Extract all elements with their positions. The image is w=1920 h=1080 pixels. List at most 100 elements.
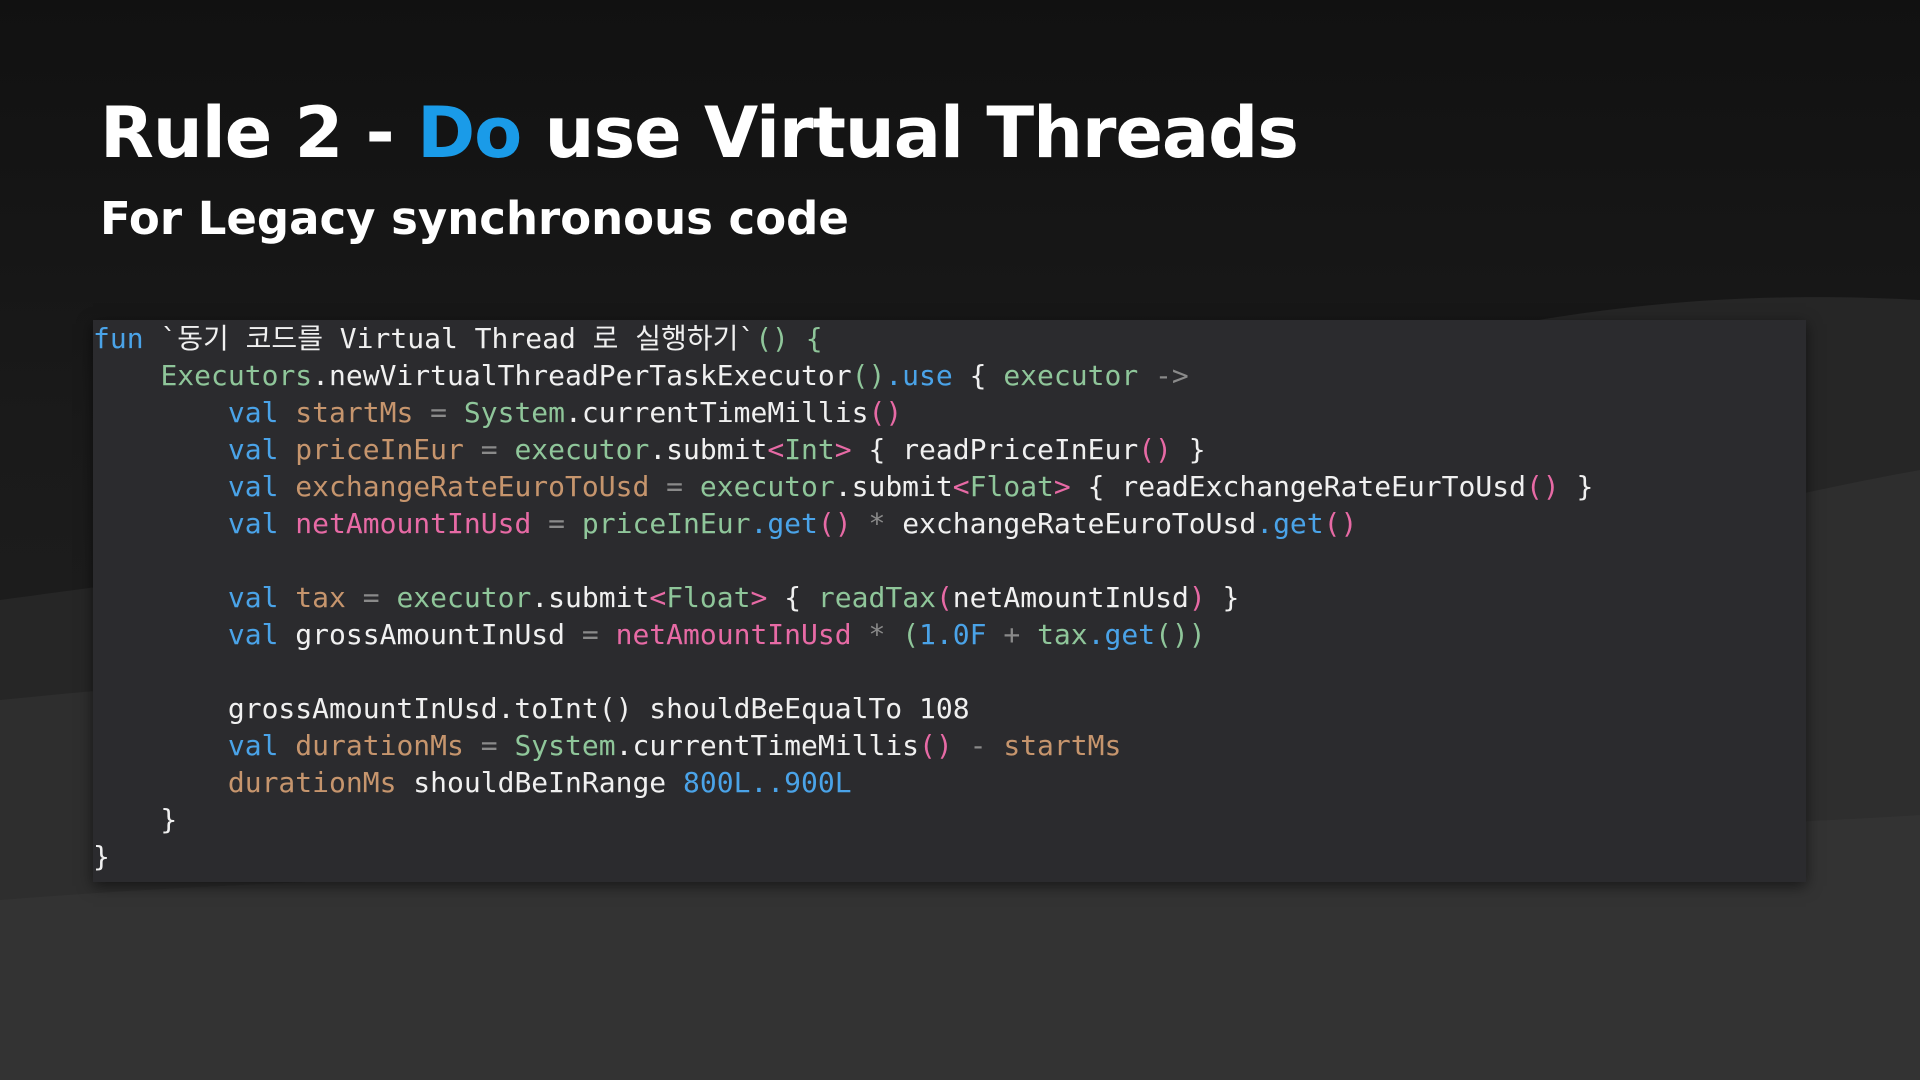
code-token: val: [227, 729, 279, 762]
code-token: }: [93, 840, 110, 873]
code-line: val priceInEur = executor.submit<Int> { …: [93, 431, 1593, 468]
code-token: startMs: [278, 396, 414, 429]
code-token: System: [463, 396, 566, 429]
code-line: val startMs = System.currentTimeMillis(): [93, 394, 1593, 431]
code-token: tax: [1037, 618, 1088, 651]
code-token: .get: [750, 507, 818, 540]
code-token: .get: [1256, 507, 1324, 540]
code-line: durationMs shouldBeInRange 800L..900L: [93, 764, 1593, 801]
code-token: <: [649, 581, 667, 614]
code-token: exchangeRateEuroToUsd: [902, 507, 1257, 540]
code-listing: fun `동기 코드를 Virtual Thread 로 실행하기`() { E…: [93, 320, 1593, 875]
code-token: shouldBeInRange: [396, 766, 684, 799]
code-token: (): [868, 396, 903, 429]
code-token: grossAmountInUsd: [278, 618, 566, 651]
code-line: val grossAmountInUsd = netAmountInUsd * …: [93, 616, 1593, 653]
code-token: }: [93, 803, 178, 836]
code-token: (): [919, 729, 953, 762]
code-token: .currentTimeMillis: [565, 396, 869, 429]
code-line: fun `동기 코드를 Virtual Thread 로 실행하기`() {: [93, 320, 1593, 357]
code-token: { readExchangeRateEurToUsd: [1070, 470, 1526, 503]
code-line: grossAmountInUsd.toInt() shouldBeEqualTo…: [93, 690, 1593, 727]
code-token: (: [935, 581, 953, 614]
code-token: netAmountInUsd: [952, 581, 1189, 614]
code-line: val netAmountInUsd = priceInEur.get() * …: [93, 505, 1593, 542]
code-line: }: [93, 838, 1593, 875]
code-line: val tax = executor.submit<Float> { readT…: [93, 579, 1593, 616]
code-token: val: [227, 618, 279, 651]
code-token: fun: [93, 322, 144, 355]
code-token: {: [788, 322, 823, 355]
code-token: (): [851, 359, 886, 392]
code-token: executor: [396, 581, 532, 614]
code-token: val: [227, 396, 279, 429]
code-token: (: [902, 618, 920, 651]
code-token: {: [767, 581, 818, 614]
code-token: .get: [1087, 618, 1156, 651]
code-token: Executors: [160, 359, 313, 392]
code-block: fun `동기 코드를 Virtual Thread 로 실행하기`() { E…: [93, 320, 1806, 882]
code-line: val exchangeRateEuroToUsd = executor.sub…: [93, 468, 1594, 505]
code-token: (): [1323, 507, 1358, 540]
code-line: }: [93, 801, 1593, 838]
code-token: (): [817, 507, 852, 540]
code-token: <: [952, 470, 970, 503]
code-token: (): [1138, 433, 1172, 466]
code-token: .submit: [649, 433, 768, 466]
code-token: (): [755, 322, 789, 355]
code-line: val durationMs = System.currentTimeMilli…: [93, 727, 1593, 764]
code-token: priceInEur: [581, 507, 751, 540]
slide-title: Rule 2 - Do use Virtual Threads: [100, 92, 1299, 174]
code-token: Float: [969, 470, 1054, 503]
code-token: startMs: [1003, 729, 1122, 762]
code-token: val: [227, 433, 279, 466]
code-token: 800L..900L: [683, 766, 852, 799]
code-token: netAmountInUsd: [278, 507, 532, 540]
code-token: (): [1525, 470, 1560, 503]
code-token: val: [227, 507, 279, 540]
code-token: grossAmountInUsd.toInt() shouldBeEqualTo…: [93, 692, 970, 725]
code-token: executor: [514, 433, 650, 466]
code-token: ): [1188, 581, 1206, 614]
code-token: *: [851, 507, 903, 540]
code-token: *: [851, 618, 903, 651]
code-token: { readPriceInEur: [851, 433, 1139, 466]
code-token: ->: [1138, 359, 1189, 392]
code-token: =: [345, 581, 397, 614]
code-token: tax: [278, 581, 346, 614]
code-token: Float: [666, 581, 751, 614]
code-token: durationMs: [227, 766, 397, 799]
code-token: System: [514, 729, 616, 762]
title-suffix: use Virtual Threads: [521, 92, 1299, 174]
code-token: {: [952, 359, 1004, 392]
code-token: +: [986, 618, 1038, 651]
code-token: val: [227, 581, 279, 614]
code-line: Executors.newVirtualThreadPerTaskExecuto…: [93, 357, 1593, 394]
code-token: =: [463, 433, 515, 466]
code-token: `동기 코드를 Virtual Thread 로 실행하기`: [143, 322, 756, 355]
code-token: =: [413, 396, 464, 429]
code-token: 1.0F: [919, 618, 987, 651]
title-prefix: Rule 2 -: [100, 92, 418, 174]
code-token: durationMs: [278, 729, 464, 762]
code-token: .currentTimeMillis: [615, 729, 920, 762]
code-token: }: [1205, 581, 1240, 614]
code-token: val: [227, 470, 279, 503]
code-token: .submit: [531, 581, 650, 614]
code-token: =: [565, 618, 616, 651]
code-token: -: [952, 729, 1004, 762]
code-token: exchangeRateEuroToUsd: [278, 470, 650, 503]
code-token: .newVirtualThreadPerTaskExecutor: [312, 359, 852, 392]
code-token: priceInEur: [278, 433, 464, 466]
code-token: }: [1171, 433, 1206, 466]
code-token: >: [1053, 470, 1071, 503]
code-token: =: [649, 470, 700, 503]
